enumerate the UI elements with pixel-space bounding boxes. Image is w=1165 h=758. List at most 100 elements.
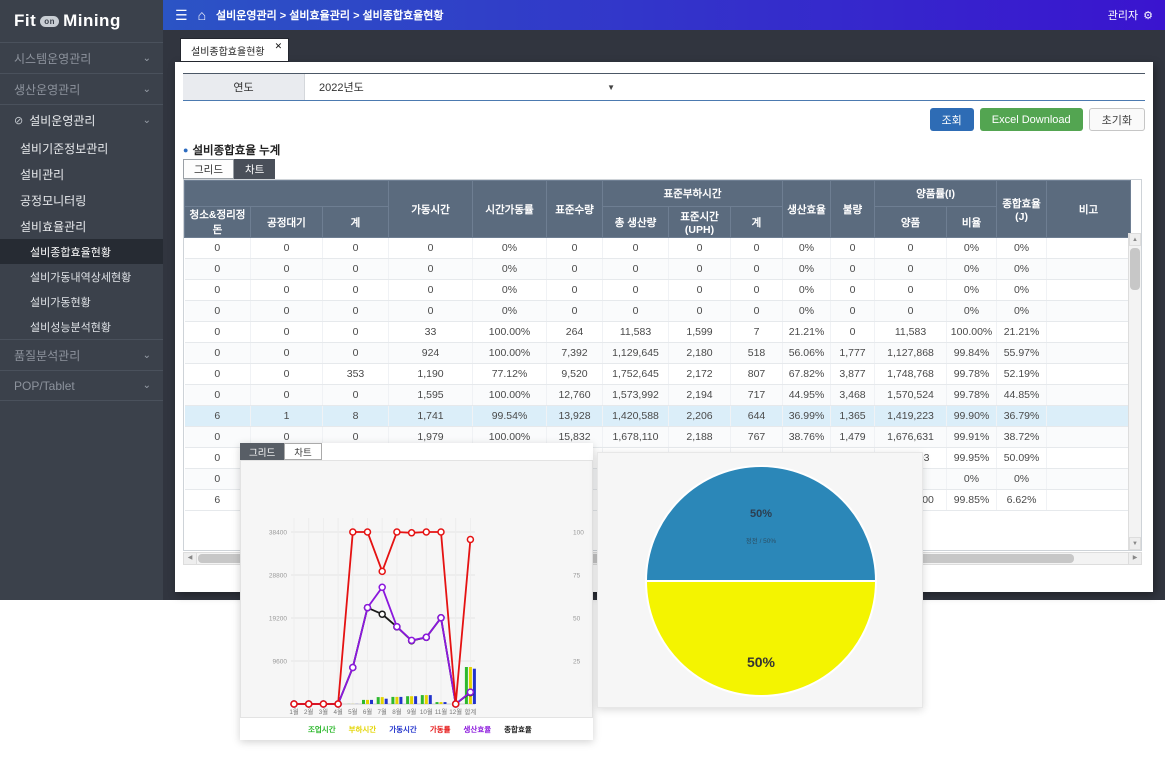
svg-text:38400: 38400 <box>269 530 287 537</box>
sidebar-item-설비관리[interactable]: 설비관리 <box>0 161 163 187</box>
sidebar-item-POP/Tablet[interactable]: POP/Tablet⌄ <box>0 370 163 401</box>
page-tab[interactable]: 설비종합효율현황 ✕ <box>180 38 289 62</box>
cell: 3,468 <box>831 385 875 406</box>
svg-text:10월: 10월 <box>420 707 433 716</box>
table-row[interactable]: 00033100.00%26411,5831,599721.21%011,583… <box>185 322 1131 343</box>
hamburger-icon[interactable]: ☰ <box>175 7 188 24</box>
sidebar-item-label: 생산운영관리 <box>14 81 143 98</box>
column-header: 비고 <box>1047 181 1131 238</box>
tab-chart[interactable]: 차트 <box>284 443 321 460</box>
table-row[interactable]: 6181,74199.54%13,9281,420,5882,20664436.… <box>185 406 1131 427</box>
table-row[interactable]: 00000%00000%000%0% <box>185 280 1131 301</box>
cell: 0% <box>997 259 1047 280</box>
cell: 0 <box>185 322 251 343</box>
cell: 0% <box>997 238 1047 259</box>
cell: 0% <box>997 469 1047 490</box>
column-subheader: 양품 <box>875 207 947 238</box>
scroll-left-icon[interactable]: ◀ <box>184 553 197 564</box>
year-select-value: 2022년도 <box>319 79 364 95</box>
cell: 21.21% <box>783 322 831 343</box>
column-header: 시간가동률 <box>473 181 547 238</box>
cell: 1 <box>251 406 323 427</box>
svg-text:50%: 50% <box>750 508 772 520</box>
sidebar-item-설비성능분석현황[interactable]: 설비성능분석현황 <box>0 314 163 339</box>
gear-icon[interactable]: ⚙ <box>1143 9 1153 22</box>
legend-item-생산효율: 생산효율 <box>464 724 492 735</box>
sidebar-item-시스템운영관리[interactable]: 시스템운영관리⌄ <box>0 42 163 73</box>
cell: 0% <box>947 238 997 259</box>
sidebar-item-label: 시스템운영관리 <box>14 50 143 67</box>
svg-text:정전 / 50%: 정전 / 50% <box>746 536 777 545</box>
table-row[interactable]: 00000%00000%000%0% <box>185 301 1131 322</box>
cell <box>1047 490 1131 511</box>
sidebar-item-생산운영관리[interactable]: 생산운영관리⌄ <box>0 73 163 104</box>
scroll-right-icon[interactable]: ▶ <box>1128 553 1141 564</box>
tag-icon: ⊘ <box>14 114 23 127</box>
table-row[interactable]: 000924100.00%7,3921,129,6452,18051856.06… <box>185 343 1131 364</box>
cell: 0 <box>323 343 389 364</box>
sidebar-item-품질분석관리[interactable]: 품질분석관리⌄ <box>0 339 163 370</box>
cell: 2,180 <box>669 343 731 364</box>
sidebar-item-설비운영관리[interactable]: ⊘설비운영관리⌄ <box>0 104 163 135</box>
cell <box>1047 259 1131 280</box>
excel-download-button[interactable]: Excel Download <box>980 108 1083 131</box>
cell: 0% <box>473 259 547 280</box>
table-row[interactable]: 003531,19077.12%9,5201,752,6452,17280767… <box>185 364 1131 385</box>
vertical-scroll-thumb[interactable] <box>1130 248 1140 290</box>
cell: 99.90% <box>947 406 997 427</box>
column-subheader: 총 생산량 <box>603 207 669 238</box>
reset-button[interactable]: 초기화 <box>1089 108 1145 131</box>
tab-grid[interactable]: 그리드 <box>240 443 284 460</box>
table-row[interactable]: 0001,595100.00%12,7601,573,9922,19471744… <box>185 385 1131 406</box>
table-row[interactable]: 00000%00000%000%0% <box>185 259 1131 280</box>
cell: 0 <box>389 238 473 259</box>
cell: 50.09% <box>997 448 1047 469</box>
view-tabs: 그리드 차트 <box>183 159 275 179</box>
cell <box>1047 280 1131 301</box>
line-bar-chart: 96002519200502880075384001001월2월3월4월5월6월… <box>241 461 592 724</box>
table-row[interactable]: 00000%00000%000%0% <box>185 238 1131 259</box>
cell: 0% <box>473 238 547 259</box>
cell: 99.78% <box>947 385 997 406</box>
cell: 644 <box>731 406 783 427</box>
tab-grid[interactable]: 그리드 <box>183 159 234 179</box>
cell: 77.12% <box>473 364 547 385</box>
cell: 0 <box>389 259 473 280</box>
legend-item-가동률: 가동률 <box>430 724 451 735</box>
sidebar-item-설비가동현황[interactable]: 설비가동현황 <box>0 289 163 314</box>
cell: 1,570,524 <box>875 385 947 406</box>
sidebar-item-공정모니터링[interactable]: 공정모니터링 <box>0 187 163 213</box>
sidebar-item-설비기준정보관리[interactable]: 설비기준정보관리 <box>0 135 163 161</box>
scroll-down-icon[interactable]: ▼ <box>1129 537 1141 550</box>
cell: 0% <box>783 280 831 301</box>
svg-text:4월: 4월 <box>333 707 343 716</box>
legend-item-가동시간: 가동시간 <box>389 724 417 735</box>
cell: 0 <box>323 301 389 322</box>
cell: 100.00% <box>473 385 547 406</box>
cell: 7 <box>731 322 783 343</box>
cell <box>1047 238 1131 259</box>
scroll-up-icon[interactable]: ▲ <box>1129 233 1141 246</box>
sidebar-item-label: POP/Tablet <box>14 379 143 393</box>
home-icon[interactable]: ⌂ <box>198 7 206 23</box>
vertical-scrollbar[interactable]: ▲ ▼ <box>1128 233 1141 550</box>
cell: 0 <box>323 385 389 406</box>
sidebar-item-설비가동내역상세현황[interactable]: 설비가동내역상세현황 <box>0 264 163 289</box>
column-subheader: 계 <box>731 207 783 238</box>
cell: 0 <box>831 280 875 301</box>
cell: 0 <box>831 322 875 343</box>
breadcrumb: 설비운영관리 > 설비효율관리 > 설비종합효율현황 <box>216 7 1108 23</box>
cell: 99.78% <box>947 364 997 385</box>
search-button[interactable]: 조회 <box>930 108 974 131</box>
chevron-down-icon: ⌄ <box>143 84 151 95</box>
cell: 0% <box>947 259 997 280</box>
cell: 67.82% <box>783 364 831 385</box>
sidebar-item-설비종합효율현황[interactable]: 설비종합효율현황 <box>0 239 163 264</box>
logo-on-badge: on <box>40 16 59 27</box>
svg-text:7월: 7월 <box>378 707 388 716</box>
tab-chart[interactable]: 차트 <box>234 159 275 179</box>
close-icon[interactable]: ✕ <box>275 41 283 52</box>
year-select[interactable]: 2022년도 ▼ <box>305 74 625 100</box>
cell <box>1047 364 1131 385</box>
sidebar-item-설비효율관리[interactable]: 설비효율관리 <box>0 213 163 239</box>
